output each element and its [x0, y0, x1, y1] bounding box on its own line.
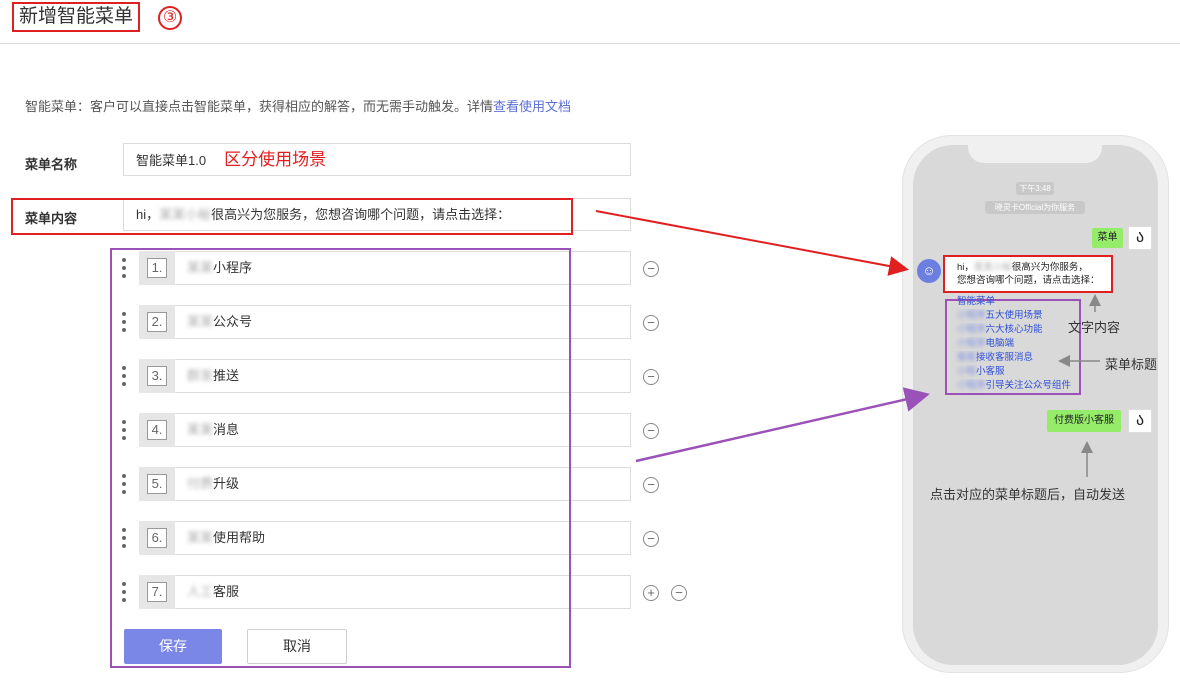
annotation-arrows — [595, 210, 1101, 477]
purple-arrow — [635, 387, 930, 463]
red-arrow — [595, 210, 909, 276]
